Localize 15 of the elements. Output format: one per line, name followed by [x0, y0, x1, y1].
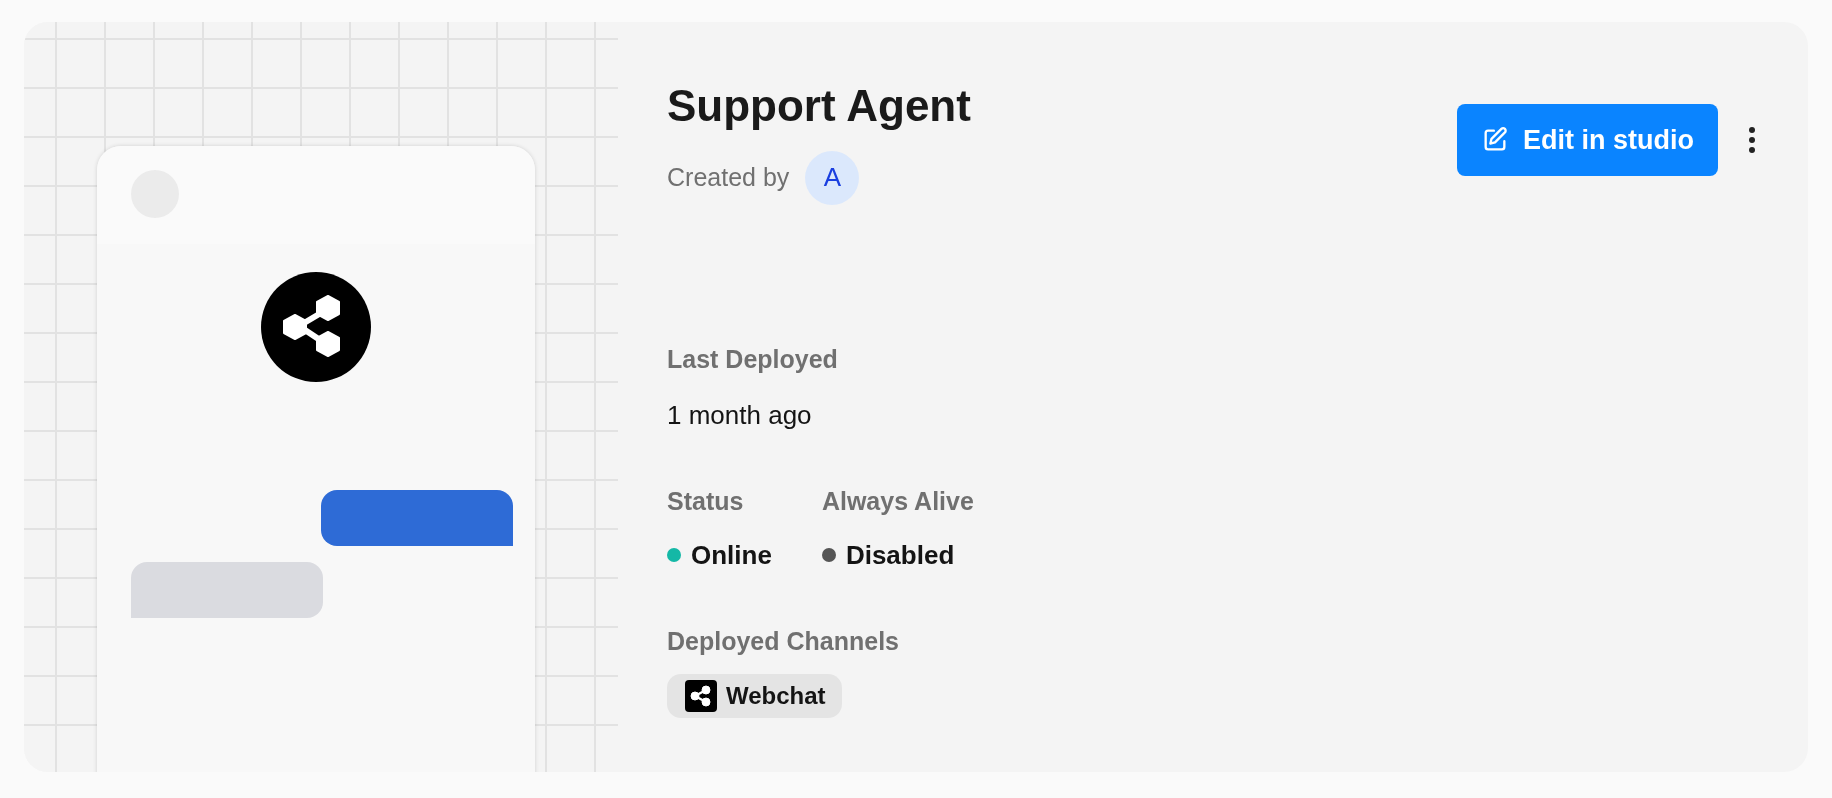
edit-in-studio-button[interactable]: Edit in studio [1457, 104, 1718, 176]
deployed-channels-label: Deployed Channels [667, 626, 900, 656]
agent-title: Support Agent [667, 80, 971, 132]
indicator-label: Status [667, 486, 745, 516]
status-value: Online [691, 539, 772, 571]
status-value: Disabled [845, 539, 955, 571]
indicator-label: Always Alive [821, 486, 974, 516]
share-nodes-icon [685, 679, 717, 712]
created-by-label: Created by [667, 163, 790, 193]
last-deployed-value: 1 month ago [667, 399, 813, 431]
channel-chip: Webchat [667, 673, 842, 718]
last-deployed-label: Last Deployed [667, 344, 839, 374]
more-options-icon[interactable] [1748, 126, 1756, 154]
creator-avatar: A [805, 150, 860, 205]
share-nodes-icon [261, 272, 371, 382]
